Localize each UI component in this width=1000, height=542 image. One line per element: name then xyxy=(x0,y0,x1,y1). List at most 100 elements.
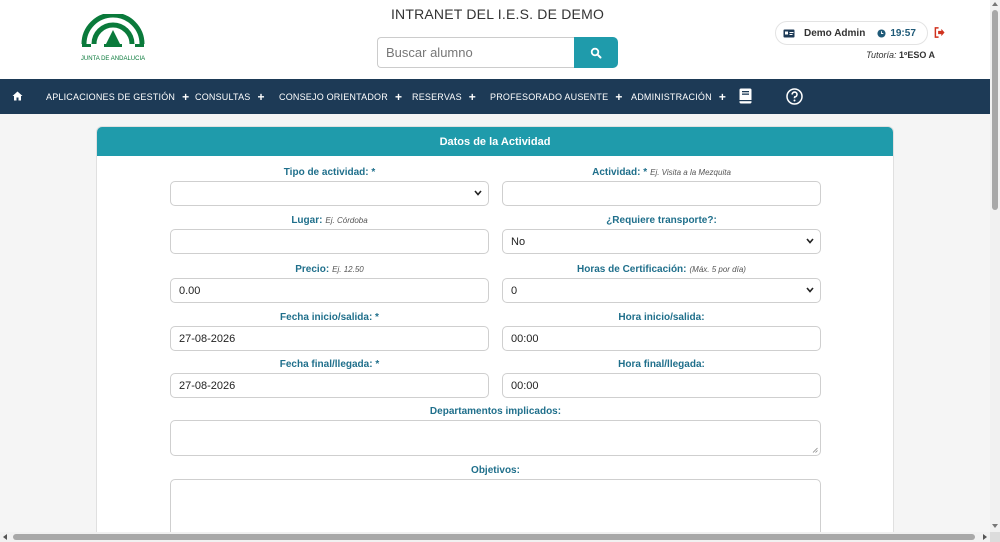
expand-plus-icon: + xyxy=(468,89,477,104)
nav-consultas[interactable]: CONSULTAS + xyxy=(195,79,265,114)
label-text: Fecha inicio/salida: * xyxy=(280,312,379,323)
main-navbar: APLICACIONES DE GESTIÓN + CONSULTAS + CONS… xyxy=(0,79,990,114)
nav-profesorado-ausente[interactable]: PROFESORADO AUSENTE + xyxy=(490,79,623,114)
fecha-final-label: Fecha final/llegada: * xyxy=(170,359,489,370)
actividad-label: Actividad: * Ej. Visita a la Mezquita xyxy=(502,167,821,178)
search-icon xyxy=(590,47,602,58)
page: JUNTA DE ANDALUCIA INTRANET DEL I.E.S. D… xyxy=(0,0,1000,542)
scrollbar-corner xyxy=(990,532,1000,542)
label-text: Precio: xyxy=(295,264,330,275)
input-value: 00:00 xyxy=(511,379,539,392)
precio-input[interactable]: 0.00 xyxy=(170,278,489,303)
departamentos-textarea[interactable] xyxy=(170,420,821,456)
scroll-right-icon[interactable] xyxy=(983,534,987,540)
select-value: 0 xyxy=(511,284,518,297)
label-text: ¿Requiere transporte?: xyxy=(606,215,717,226)
transporte-select[interactable]: No xyxy=(502,229,821,254)
card-title: Datos de la Actividad xyxy=(97,127,893,156)
vertical-scrollbar[interactable] xyxy=(990,0,1000,542)
expand-plus-icon: + xyxy=(257,89,265,104)
vertical-scroll-thumb[interactable] xyxy=(992,10,998,210)
nav-consejo-orientador[interactable]: CONSEJO ORIENTADOR + xyxy=(279,79,402,114)
nav-label: CONSEJO ORIENTADOR xyxy=(279,91,388,102)
nav-administracion[interactable]: ADMINISTRACIÓN + xyxy=(631,79,726,114)
label-text: Departamentos implicados: xyxy=(429,406,562,417)
precio-label: Precio: Ej. 12.50 xyxy=(170,264,489,275)
hora-inicio-input[interactable]: 00:00 xyxy=(502,326,821,351)
user-pill[interactable]: Demo Admin 19:57 xyxy=(775,21,928,45)
tutoria-value: 1ºESO A xyxy=(899,50,935,60)
home-icon[interactable] xyxy=(12,91,23,101)
clock-icon xyxy=(877,28,886,38)
departamentos-label: Departamentos implicados: xyxy=(170,406,821,417)
tutoria-label: Tutoría: xyxy=(866,50,897,60)
top-header: JUNTA DE ANDALUCIA INTRANET DEL I.E.S. D… xyxy=(0,0,990,79)
logo-text: JUNTA DE ANDALUCIA xyxy=(81,56,145,62)
label-text: Hora final/llegada: xyxy=(618,359,705,370)
chevron-down-icon xyxy=(474,190,482,196)
user-name: Demo Admin xyxy=(804,27,866,39)
lugar-hint: Ej. Córdoba xyxy=(325,216,368,225)
scroll-up-icon[interactable] xyxy=(992,2,998,6)
nav-label: ADMINISTRACIÓN xyxy=(631,91,712,102)
logout-icon[interactable] xyxy=(934,27,945,38)
expand-plus-icon: + xyxy=(182,89,190,104)
label-text: Fecha final/llegada: * xyxy=(279,359,380,370)
horizontal-scrollbar[interactable] xyxy=(0,532,990,542)
horas-certificacion-select[interactable]: 0 xyxy=(502,278,821,303)
fecha-inicio-input[interactable]: 27-08-2026 xyxy=(170,326,489,351)
hora-inicio-label: Hora inicio/salida: xyxy=(502,312,821,323)
horizontal-scroll-thumb[interactable] xyxy=(13,534,975,540)
book-icon[interactable] xyxy=(739,88,752,104)
help-icon[interactable] xyxy=(786,88,803,105)
search-input[interactable] xyxy=(377,37,574,68)
label-text: Hora inicio/salida: xyxy=(618,312,705,323)
id-card-icon xyxy=(783,29,795,37)
fecha-inicio-label: Fecha inicio/salida: * xyxy=(170,312,489,323)
select-value: No xyxy=(511,235,526,248)
activity-card: Datos de la Actividad Tipo de actividad:… xyxy=(96,126,894,542)
expand-plus-icon: + xyxy=(718,89,727,104)
input-value: 00:00 xyxy=(511,332,539,345)
nav-label: APLICACIONES DE GESTIÓN xyxy=(46,91,176,102)
resize-grip-icon[interactable] xyxy=(812,447,818,453)
search-button[interactable] xyxy=(574,37,618,68)
hora-final-label: Hora final/llegada: xyxy=(502,359,821,370)
nav-label: RESERVAS xyxy=(412,91,462,102)
lugar-label: Lugar: Ej. Córdoba xyxy=(170,215,489,226)
junta-logo[interactable]: JUNTA DE ANDALUCIA xyxy=(80,14,146,66)
lugar-input[interactable] xyxy=(170,229,489,254)
tutoria-info: Tutoría: 1ºESO A xyxy=(866,50,935,60)
chevron-down-icon xyxy=(806,287,814,293)
label-text: Tipo de actividad: * xyxy=(283,167,376,178)
site-title: INTRANET DEL I.E.S. DE DEMO xyxy=(390,6,605,22)
horas-hint: (Máx. 5 por día) xyxy=(689,265,746,274)
expand-plus-icon: + xyxy=(615,89,623,104)
label-text: Horas de Certificación: xyxy=(577,264,687,275)
nav-label: PROFESORADO AUSENTE xyxy=(490,91,609,102)
hora-final-input[interactable]: 00:00 xyxy=(502,373,821,398)
nav-label: CONSULTAS xyxy=(195,91,251,102)
input-value: 0.00 xyxy=(179,284,201,297)
input-value: 27-08-2026 xyxy=(179,332,236,345)
horas-certificacion-label: Horas de Certificación: (Máx. 5 por día) xyxy=(502,264,821,275)
objetivos-label: Objetivos: xyxy=(170,465,821,476)
tipo-actividad-select[interactable] xyxy=(170,181,489,206)
fecha-final-input[interactable]: 27-08-2026 xyxy=(170,373,489,398)
scroll-down-icon[interactable] xyxy=(992,524,998,528)
transporte-label: ¿Requiere transporte?: xyxy=(502,215,821,226)
input-value: 27-08-2026 xyxy=(179,379,236,392)
scroll-left-icon[interactable] xyxy=(3,534,7,540)
search-bar xyxy=(377,37,618,68)
label-text: Objetivos: xyxy=(471,465,520,476)
label-text: Lugar: xyxy=(291,215,323,226)
actividad-hint: Ej. Visita a la Mezquita xyxy=(650,168,731,177)
chevron-down-icon xyxy=(806,238,814,244)
nav-reservas[interactable]: RESERVAS + xyxy=(412,79,476,114)
clock-time: 19:57 xyxy=(890,27,916,39)
precio-hint: Ej. 12.50 xyxy=(332,265,364,274)
actividad-input[interactable] xyxy=(502,181,821,206)
expand-plus-icon: + xyxy=(394,89,403,104)
tipo-actividad-label: Tipo de actividad: * xyxy=(170,167,489,178)
nav-aplicaciones[interactable]: APLICACIONES DE GESTIÓN + xyxy=(46,79,189,114)
